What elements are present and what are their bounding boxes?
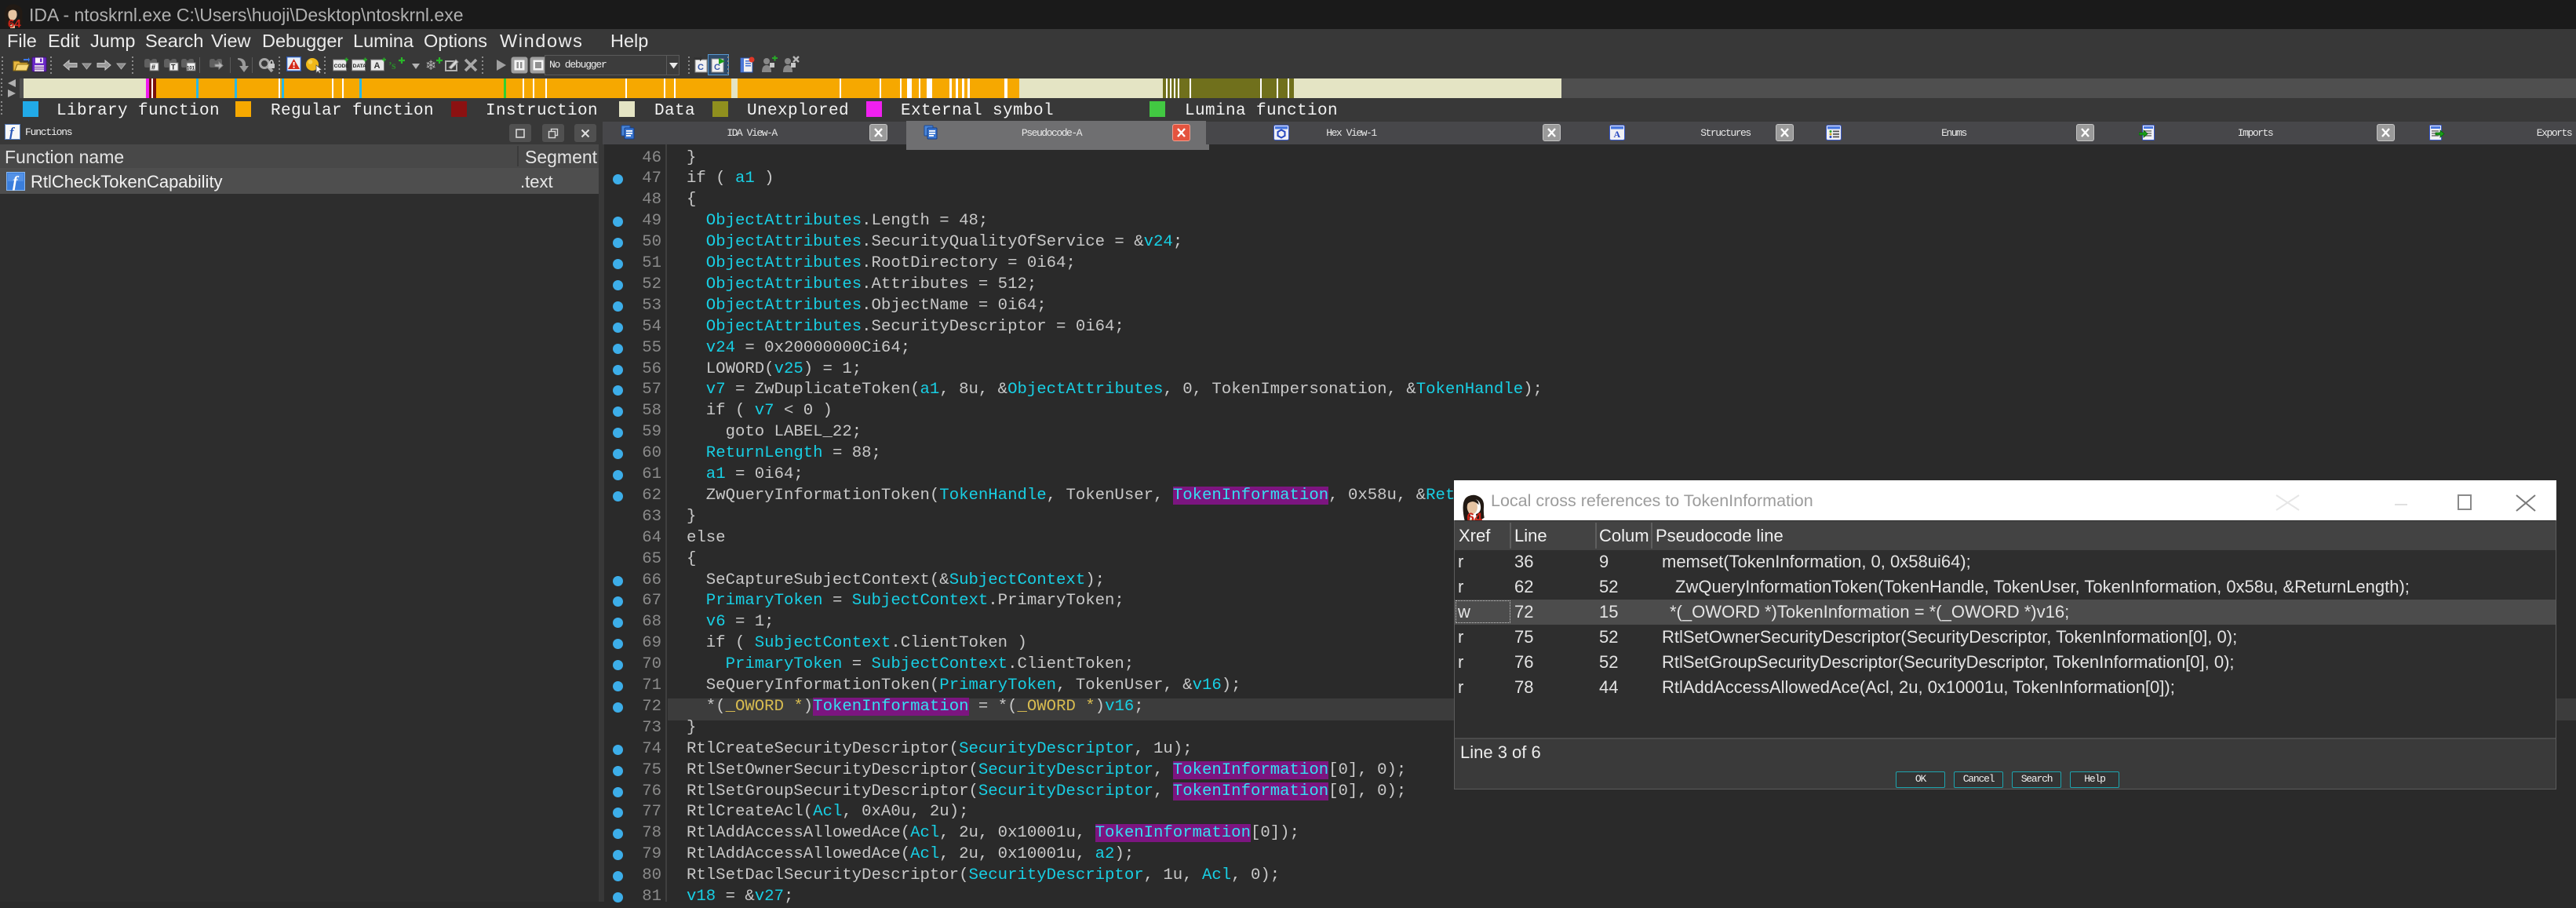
svg-text:CODE: CODE (334, 64, 349, 69)
svg-text:❄: ❄ (425, 58, 436, 73)
svg-text:64: 64 (8, 17, 21, 28)
svg-text:A: A (374, 61, 381, 71)
svg-text:A: A (1614, 129, 1621, 140)
svg-text:#: # (151, 64, 155, 71)
svg-text:T: T (171, 64, 176, 71)
svg-text:’s: ’s (388, 60, 396, 72)
svg-text:C: C (698, 63, 704, 72)
svg-text:C: C (714, 63, 720, 72)
svg-text:101: 101 (187, 67, 195, 71)
svg-text:DATA: DATA (353, 64, 367, 69)
